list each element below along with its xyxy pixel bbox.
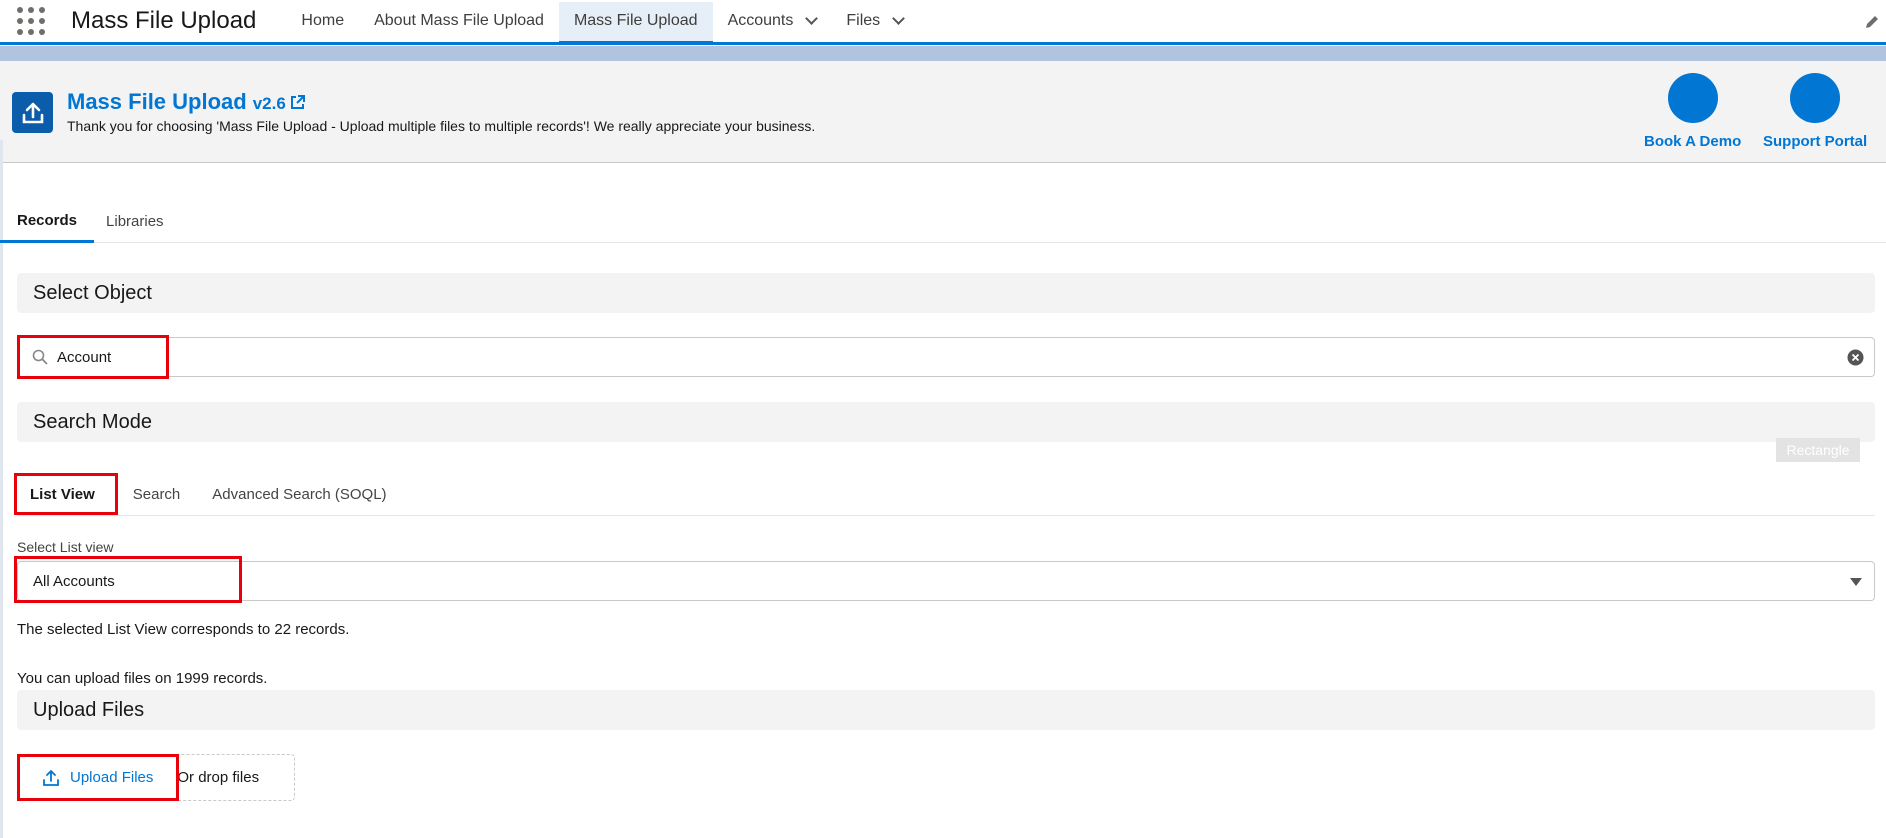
rectangle-overlay-label: Rectangle	[1776, 438, 1860, 462]
nav-shadow-band	[0, 46, 1886, 61]
upload-limit-text: You can upload files on 1999 records.	[17, 670, 268, 687]
clear-icon[interactable]	[1847, 349, 1864, 366]
nav-item-home[interactable]: Home	[286, 0, 359, 42]
nav-item-about[interactable]: About Mass File Upload	[359, 0, 559, 42]
list-view-label: Select List view	[17, 539, 114, 555]
records-info-text: The selected List View corresponds to 22…	[17, 621, 350, 638]
nav-item-label: About Mass File Upload	[374, 12, 544, 29]
nav-item-accounts[interactable]: Accounts	[713, 0, 832, 42]
book-a-demo-label[interactable]: Book A Demo	[1644, 133, 1741, 150]
list-view-select[interactable]: All Accounts	[17, 561, 1875, 601]
left-edge-divider	[0, 140, 3, 838]
nav-item-label: Home	[301, 12, 345, 29]
search-mode-heading: Search Mode	[17, 402, 1875, 442]
nav-item-files[interactable]: Files	[831, 0, 918, 42]
nav-item-label: Files	[846, 12, 881, 29]
chevron-down-icon[interactable]	[892, 12, 906, 25]
highlight-list-view-tab	[14, 473, 118, 515]
version-link[interactable]: v2.6	[253, 94, 286, 113]
nav-item-mass-file-upload[interactable]: Mass File Upload	[558, 1, 713, 44]
app-name: Mass File Upload	[71, 7, 257, 34]
drop-files-text: Or drop files	[177, 769, 260, 786]
select-object-heading: Select Object	[17, 273, 1875, 313]
highlight-list-view-select	[14, 556, 242, 603]
tab-records[interactable]: Records	[0, 200, 95, 243]
main-tabs: Records Libraries	[0, 200, 1886, 243]
chevron-down-icon[interactable]	[805, 12, 819, 25]
book-a-demo-button[interactable]: Book A Demo	[1644, 73, 1741, 150]
upload-icon	[12, 92, 53, 133]
tab-search[interactable]: Search	[120, 486, 194, 503]
page-header: Mass File Upload v2.6 Thank you for choos…	[0, 61, 1886, 163]
pencil-icon[interactable]	[1864, 14, 1880, 30]
support-portal-label[interactable]: Support Portal	[1763, 133, 1867, 150]
page-title-text: Mass File Upload	[67, 89, 247, 114]
top-navigation: Mass File Upload Home About Mass File Up…	[0, 0, 1886, 45]
tab-libraries[interactable]: Libraries	[94, 200, 181, 243]
nav-item-label: Mass File Upload	[573, 12, 698, 29]
highlight-upload-button	[17, 754, 179, 801]
object-search-input[interactable]	[57, 348, 1807, 366]
support-portal-button[interactable]: Support Portal	[1763, 73, 1867, 150]
page-title: Mass File Upload v2.6	[67, 89, 306, 115]
search-mode-tabs: List View Search Advanced Search (SOQL)	[17, 473, 1875, 516]
app-launcher-icon[interactable]	[17, 6, 47, 36]
page-subtitle: Thank you for choosing 'Mass File Upload…	[67, 118, 816, 134]
book-demo-icon[interactable]	[1667, 73, 1718, 123]
tab-advanced-search[interactable]: Advanced Search (SOQL)	[199, 486, 399, 503]
object-search-field[interactable]	[17, 337, 1875, 377]
external-link-icon[interactable]	[289, 94, 306, 111]
highlight-object-search	[17, 335, 169, 379]
upload-files-heading: Upload Files	[17, 690, 1875, 730]
caret-down-icon[interactable]	[1850, 578, 1862, 586]
nav-item-label: Accounts	[727, 12, 794, 29]
support-portal-icon[interactable]	[1790, 73, 1841, 123]
